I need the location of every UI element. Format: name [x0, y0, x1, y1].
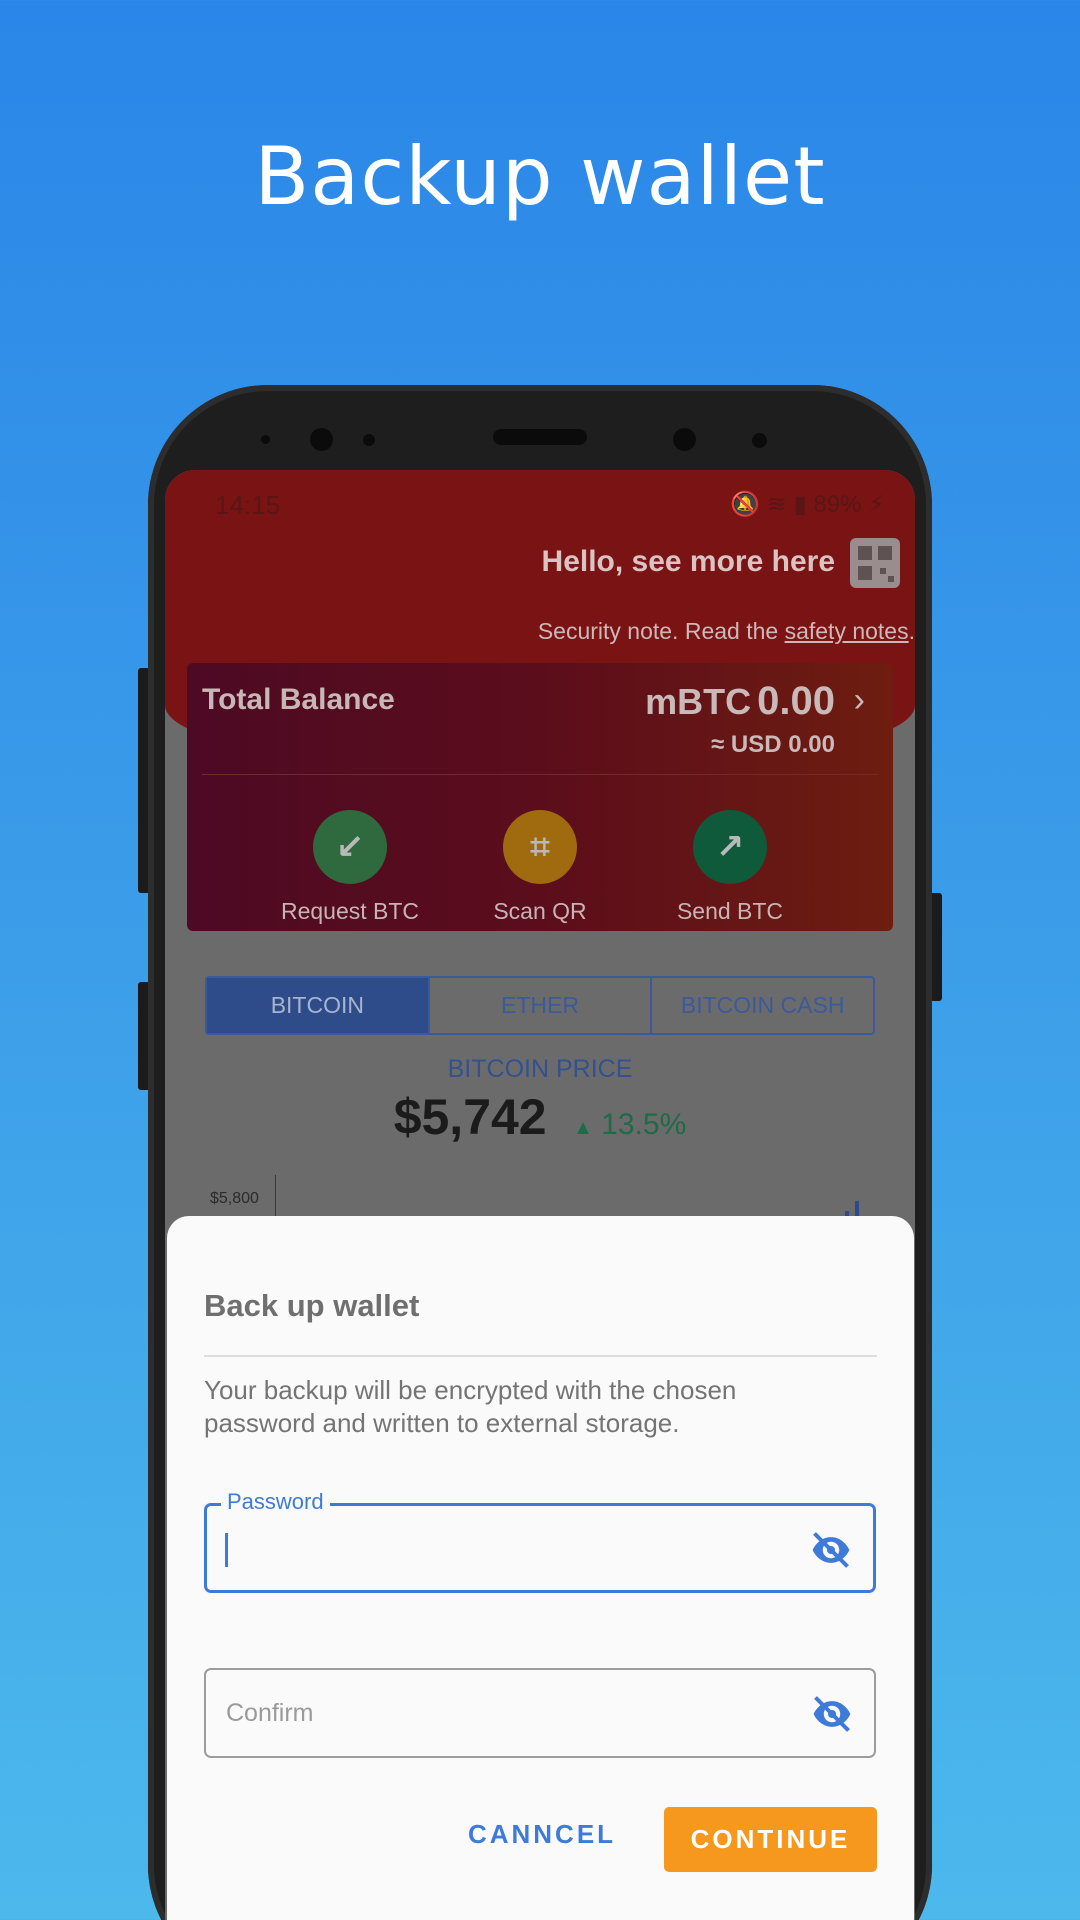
- request-btc-circle: ↙: [313, 810, 387, 884]
- balance-value: mBTC 0.00: [645, 679, 835, 724]
- arrow-down-left-icon: ↙: [335, 828, 365, 866]
- request-btc-button[interactable]: ↙ Request BTC: [250, 810, 450, 925]
- balance-divider: [202, 774, 878, 775]
- tab-ether[interactable]: ETHER: [430, 978, 653, 1033]
- visibility-off-icon[interactable]: [810, 1692, 854, 1736]
- confirm-placeholder: Confirm: [226, 1699, 314, 1727]
- backup-dialog: Back up wallet Your backup will be encry…: [167, 1216, 914, 1920]
- balance-unit: mBTC: [645, 681, 752, 722]
- security-note: Security note. Read the safety notes.: [538, 618, 915, 645]
- status-bar: 14:15 🔕 ≋ ▮ 89% ⚡: [215, 482, 895, 522]
- scan-qr-label: Scan QR: [493, 898, 587, 924]
- price-change-value: 13.5%: [601, 1108, 687, 1141]
- scan-qr-circle: ⌗: [503, 810, 577, 884]
- tab-bitcoin[interactable]: BITCOIN: [207, 978, 430, 1033]
- phone-top-bezel: [148, 385, 932, 475]
- sensor-dot: [752, 433, 767, 448]
- greeting-link[interactable]: Hello, see more here: [542, 545, 835, 579]
- mute-icon: 🔕: [730, 491, 761, 518]
- usd-amount: 0.00: [788, 731, 835, 758]
- dialog-title: Back up wallet: [204, 1288, 420, 1323]
- currency-tabs: BITCOIN ETHER BITCOIN CASH: [205, 976, 875, 1035]
- visibility-off-icon[interactable]: [809, 1528, 853, 1572]
- chevron-right-icon[interactable]: ›: [854, 681, 865, 720]
- status-time: 14:15: [215, 490, 281, 520]
- password-label: Password: [221, 1489, 330, 1515]
- usd-prefix: ≈ USD: [711, 731, 782, 758]
- arrow-up-right-icon: ↗: [715, 828, 745, 866]
- iris-scanner: [673, 428, 696, 451]
- balance-card[interactable]: Total Balance mBTC 0.00 › ≈ USD 0.00 ↙ Re…: [187, 663, 893, 931]
- status-icons: 🔕 ≋ ▮ 89% ⚡: [730, 490, 885, 519]
- sensor-dot: [363, 434, 375, 446]
- scan-qr-button[interactable]: ⌗ Scan QR: [440, 810, 640, 925]
- send-btc-button[interactable]: ↗ Send BTC: [630, 810, 830, 925]
- security-note-text: Security note. Read the: [537, 618, 785, 644]
- balance-usd: ≈ USD 0.00: [711, 731, 835, 759]
- dialog-divider: [204, 1355, 877, 1357]
- total-balance-label: Total Balance: [202, 683, 395, 716]
- password-field[interactable]: Password: [204, 1489, 876, 1593]
- send-btc-circle: ↗: [693, 810, 767, 884]
- sensor-dot: [261, 435, 270, 444]
- security-note-suffix: .: [908, 618, 915, 644]
- front-camera: [310, 428, 333, 451]
- tab-bitcoin-cash[interactable]: BITCOIN CASH: [652, 978, 873, 1033]
- wifi-icon: ≋: [766, 491, 787, 518]
- dialog-description: Your backup will be encrypted with the c…: [204, 1375, 737, 1438]
- signal-icon: ▮: [793, 491, 807, 518]
- charging-icon: ⚡: [868, 491, 885, 518]
- safety-notes-link[interactable]: safety notes: [785, 618, 909, 644]
- earpiece-speaker: [493, 429, 587, 445]
- qr-code-icon[interactable]: [850, 538, 900, 588]
- price-label: BITCOIN PRICE: [447, 1055, 633, 1083]
- text-cursor: [225, 1533, 228, 1567]
- continue-button[interactable]: CONTINUE: [664, 1807, 877, 1872]
- price-change: ▲ 13.5%: [573, 1108, 686, 1141]
- battery-percent: 89%: [813, 491, 862, 518]
- confirm-field[interactable]: Confirm: [204, 1668, 876, 1758]
- price-row: $5,742 ▲ 13.5%: [165, 1088, 915, 1146]
- cancel-button[interactable]: CANNCEL: [457, 1802, 627, 1866]
- promo-title: Backup wallet: [254, 130, 826, 223]
- triangle-up-icon: ▲: [573, 1117, 593, 1139]
- price-value: $5,742: [393, 1089, 547, 1145]
- request-btc-label: Request BTC: [280, 898, 420, 924]
- chart-tick-label: $5,800: [210, 1190, 259, 1207]
- balance-amount: 0.00: [757, 679, 835, 723]
- qr-scan-icon: ⌗: [530, 828, 550, 866]
- send-btc-label: Send BTC: [676, 898, 784, 924]
